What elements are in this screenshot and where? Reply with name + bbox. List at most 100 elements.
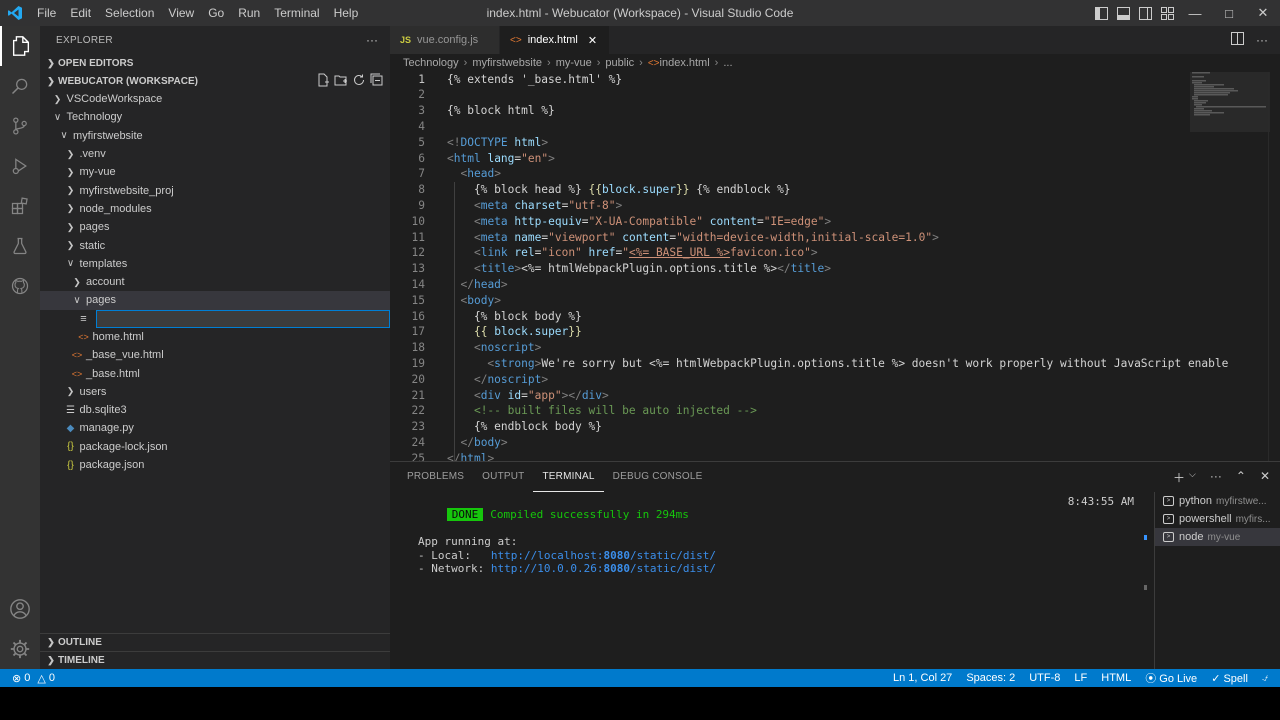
close-tab-icon[interactable]: ✕	[588, 34, 597, 47]
timeline-section[interactable]: ❯ TIMELINE	[40, 651, 390, 669]
rename-input[interactable]	[95, 309, 390, 328]
tree-file[interactable]: <> home.html	[40, 328, 390, 346]
tree-folder[interactable]: ❯ users	[40, 383, 390, 401]
local-url-b[interactable]: /static/dist/	[630, 549, 716, 562]
code-line[interactable]: {{ block.super}}	[447, 324, 582, 340]
code-line[interactable]: <!DOCTYPE html>	[447, 135, 548, 151]
tree-folder[interactable]: ❯ static	[40, 236, 390, 254]
new-file-icon[interactable]	[316, 73, 330, 90]
github-icon[interactable]	[0, 266, 40, 306]
code-line[interactable]: <body>	[447, 293, 500, 309]
code-line[interactable]: </body>	[447, 435, 507, 451]
code-line[interactable]: <meta charset="utf-8">	[447, 198, 622, 214]
tab-debug-console[interactable]: DEBUG CONSOLE	[604, 462, 712, 492]
tab-problems[interactable]: PROBLEMS	[398, 462, 473, 492]
code-line[interactable]: {% block html %}	[447, 103, 555, 119]
menu-help[interactable]: Help	[327, 0, 366, 26]
minimize-button[interactable]: —	[1178, 0, 1212, 26]
code-line[interactable]: <title><%= htmlWebpackPlugin.options.tit…	[447, 261, 831, 277]
breadcrumb-item[interactable]: public	[605, 57, 634, 69]
tree-folder[interactable]: ❯ node_modules	[40, 200, 390, 218]
indentation[interactable]: Spaces: 2	[966, 672, 1015, 684]
terminal-item-node[interactable]: > node my-vue	[1155, 528, 1280, 546]
menu-go[interactable]: Go	[201, 0, 231, 26]
collapse-all-icon[interactable]	[370, 73, 384, 90]
code-line[interactable]: <noscript>	[447, 340, 541, 356]
tab-vue-config[interactable]: JS vue.config.js	[390, 26, 500, 54]
encoding[interactable]: UTF-8	[1029, 672, 1060, 684]
tree-folder[interactable]: ❯ VSCodeWorkspace	[40, 90, 390, 108]
outline-section[interactable]: ❯ OUTLINE	[40, 633, 390, 651]
code-line[interactable]: <link rel="icon" href="<%= BASE_URL %>fa…	[447, 245, 818, 261]
workspace-section[interactable]: ❯ WEBUCATOR (WORKSPACE)	[40, 72, 390, 90]
toggle-panel-icon[interactable]	[1112, 0, 1134, 26]
code-line[interactable]: <meta http-equiv="X-UA-Compatible" conte…	[447, 214, 831, 230]
code-editor[interactable]: 1 {% extends '_base.html' %} 2 3 {% block ht…	[390, 72, 1280, 461]
maximize-panel-icon[interactable]: ⌃	[1236, 469, 1246, 486]
notifications-bell-icon[interactable]: ⍻	[1262, 672, 1268, 685]
code-line[interactable]: <meta name="viewport" content="width=dev…	[447, 230, 939, 246]
spell-button[interactable]: ✓ Spell	[1211, 672, 1248, 685]
tree-file[interactable]: {} package.json	[40, 456, 390, 474]
menu-view[interactable]: View	[161, 0, 201, 26]
explorer-icon[interactable]	[0, 26, 40, 66]
toggle-secondary-sidebar-icon[interactable]	[1134, 0, 1156, 26]
close-window-button[interactable]: ✕	[1246, 0, 1280, 26]
code-line[interactable]: </noscript>	[447, 372, 548, 388]
menu-file[interactable]: File	[30, 0, 63, 26]
run-debug-icon[interactable]	[0, 146, 40, 186]
local-url-a[interactable]: http://localhost:	[491, 549, 604, 562]
code-line[interactable]: <!-- built files will be auto injected -…	[447, 403, 757, 419]
new-folder-icon[interactable]	[334, 73, 348, 90]
source-control-icon[interactable]	[0, 106, 40, 146]
code-line[interactable]: <strong>We're sorry but <%= htmlWebpackP…	[447, 356, 1228, 372]
code-line[interactable]: {% extends '_base.html' %}	[447, 72, 622, 87]
menu-run[interactable]: Run	[231, 0, 267, 26]
account-icon[interactable]	[0, 589, 40, 629]
menu-edit[interactable]: Edit	[63, 0, 98, 26]
tree-folder[interactable]: ∨ Technology	[40, 108, 390, 126]
breadcrumb-item[interactable]: my-vue	[556, 57, 592, 69]
toggle-sidebar-icon[interactable]	[1090, 0, 1112, 26]
breadcrumb-item[interactable]: myfirstwebsite	[472, 57, 542, 69]
code-line[interactable]: <head>	[447, 166, 500, 182]
language-mode[interactable]: HTML	[1101, 672, 1131, 684]
tree-file[interactable]: {} package-lock.json	[40, 438, 390, 456]
terminal-item-powershell[interactable]: > powershell myfirs...	[1155, 510, 1280, 528]
tree-folder[interactable]: ❯ pages	[40, 218, 390, 236]
panel-more-actions-icon[interactable]: ···	[1210, 469, 1222, 486]
editor-scrollbar[interactable]	[1268, 72, 1280, 462]
problems-status[interactable]: ⊗ 0 △ 0	[0, 672, 55, 685]
terminal-item-python[interactable]: > python myfirstwe...	[1155, 492, 1280, 510]
close-panel-icon[interactable]: ✕	[1260, 469, 1270, 486]
extensions-icon[interactable]	[0, 186, 40, 226]
breadcrumb-item[interactable]: index.html	[660, 57, 710, 69]
go-live-button[interactable]: ⦿ Go Live	[1145, 670, 1197, 686]
code-line[interactable]: {% block head %} {{block.super}} {% endb…	[447, 182, 791, 198]
code-line[interactable]: <div id="app"></div>	[447, 388, 609, 404]
network-port[interactable]: 8080	[603, 562, 630, 575]
search-icon[interactable]	[0, 66, 40, 106]
breadcrumb-item[interactable]: ...	[723, 57, 732, 69]
minimap[interactable]	[1190, 72, 1270, 132]
tree-folder[interactable]: ∨ templates	[40, 255, 390, 273]
cursor-position[interactable]: Ln 1, Col 27	[893, 672, 952, 684]
tree-file[interactable]: ◆ manage.py	[40, 419, 390, 437]
chevron-down-icon[interactable]: ⌵	[1189, 469, 1196, 486]
tree-folder[interactable]: ❯ .venv	[40, 145, 390, 163]
tab-terminal[interactable]: TERMINAL	[533, 462, 604, 492]
code-line[interactable]: </html>	[447, 451, 494, 461]
code-line[interactable]: <html lang="en">	[447, 151, 555, 167]
terminal-output[interactable]: DONE Compiled successfully in 294ms 8:43:…	[390, 492, 1154, 670]
tab-index-html[interactable]: <> index.html ✕	[500, 26, 610, 54]
code-line[interactable]: {% endblock body %}	[447, 419, 602, 435]
refresh-icon[interactable]	[352, 73, 366, 90]
tree-folder[interactable]: ∨ myfirstwebsite	[40, 127, 390, 145]
tree-folder[interactable]: ❯ myfirstwebsite_proj	[40, 181, 390, 199]
tree-folder[interactable]: ∨ pages	[40, 291, 390, 310]
local-port[interactable]: 8080	[603, 549, 630, 562]
testing-flask-icon[interactable]	[0, 226, 40, 266]
tree-file[interactable]: <> _base.html	[40, 364, 390, 382]
editor-more-actions-icon[interactable]: ···	[1256, 33, 1268, 47]
tab-output[interactable]: OUTPUT	[473, 462, 533, 492]
